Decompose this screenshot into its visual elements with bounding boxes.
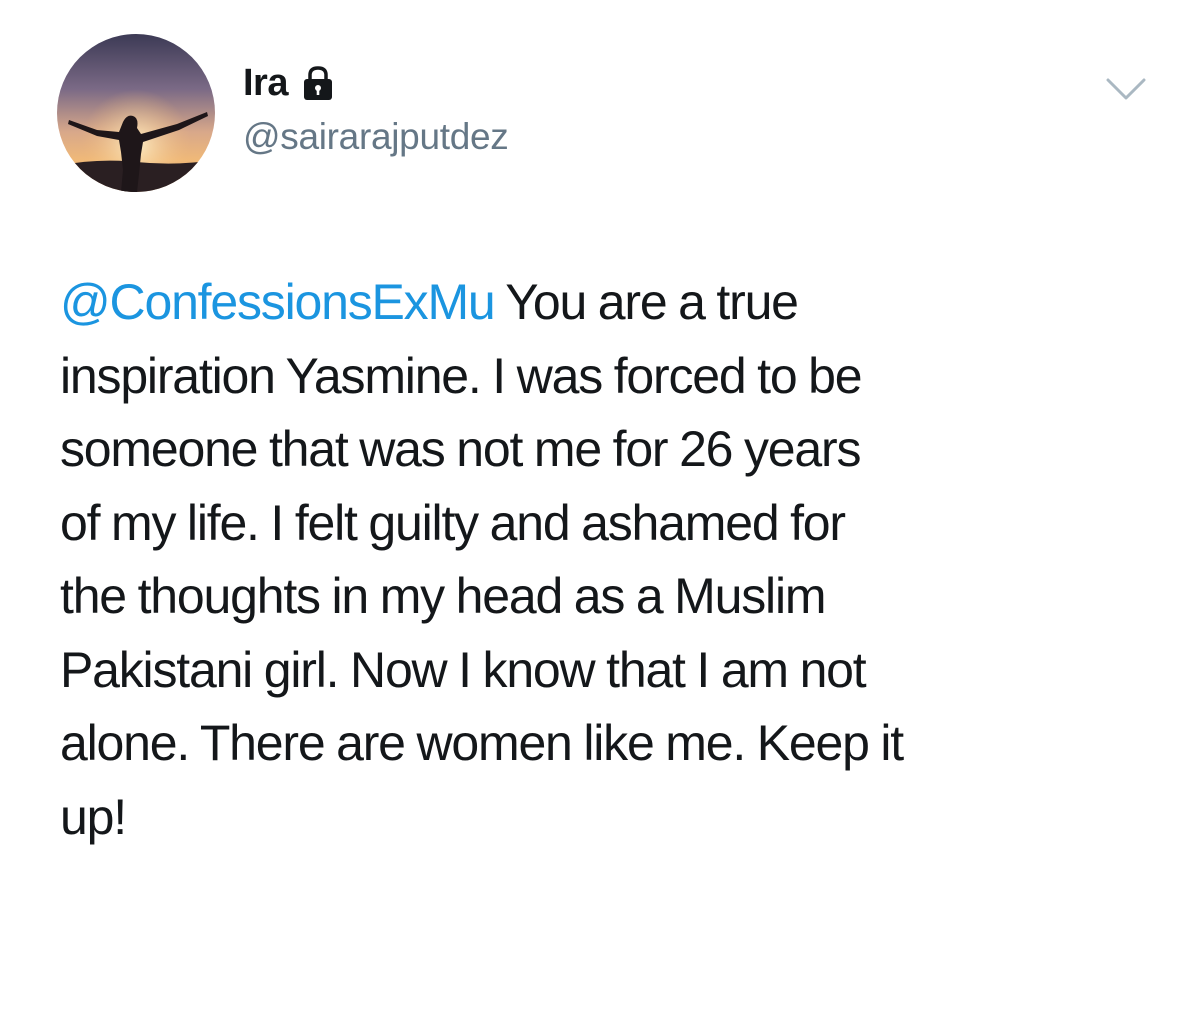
tweet-text-line: up!: [60, 788, 127, 845]
lock-icon: [303, 66, 332, 100]
tweet-text-line: the thoughts in my head as a Muslim: [60, 568, 827, 624]
mention-link[interactable]: @ConfessionsExMu: [60, 274, 496, 330]
tweet-text-segment: You are a true: [494, 274, 799, 330]
tweet-text-line: of my life. I felt guilty and ashamed fo…: [60, 494, 846, 551]
author-display-name[interactable]: Ira: [243, 62, 288, 105]
silhouette-sunset-avatar: [57, 34, 215, 192]
chevron-down-icon[interactable]: [1104, 74, 1148, 104]
tweet-text-line: alone. There are women like me. Keep it: [60, 715, 904, 771]
avatar[interactable]: [57, 34, 215, 192]
author-handle[interactable]: @sairarajputdez: [243, 116, 509, 158]
tweet-text-line: @ConfessionsExMu You are a true: [60, 266, 1160, 340]
tweet-text-line: someone that was not me for 26 years: [60, 421, 861, 477]
tweet-text-line: Pakistani girl. Now I know that I am not: [60, 641, 867, 698]
author-name-row: Ira: [243, 58, 334, 108]
tweet-text: @ConfessionsExMu You are a true inspirat…: [60, 266, 1160, 854]
tweet-text-line: inspiration Yasmine. I was forced to be: [60, 347, 863, 404]
